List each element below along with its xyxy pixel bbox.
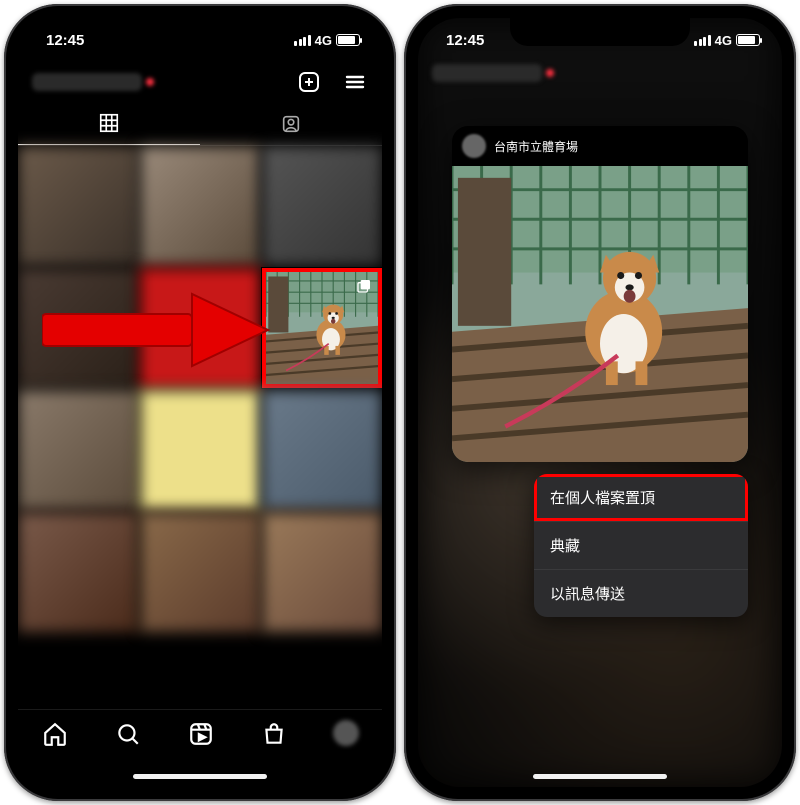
context-menu: 在個人檔案置頂 典藏 以訊息傳送 bbox=[534, 474, 748, 617]
grid-cell[interactable] bbox=[262, 390, 382, 510]
profile-tab-avatar[interactable] bbox=[333, 720, 359, 746]
search-icon[interactable] bbox=[114, 720, 142, 748]
grid-cell[interactable] bbox=[262, 146, 382, 266]
grid-cell[interactable] bbox=[140, 512, 260, 632]
status-right: 4G bbox=[294, 33, 360, 48]
hamburger-icon[interactable] bbox=[342, 69, 368, 95]
signal-icon bbox=[694, 35, 711, 46]
menu-item-archive[interactable]: 典藏 bbox=[534, 522, 748, 570]
menu-item-pin-to-profile[interactable]: 在個人檔案置頂 bbox=[534, 474, 748, 522]
menu-item-label: 以訊息傳送 bbox=[550, 586, 625, 603]
reels-icon[interactable] bbox=[187, 720, 215, 748]
grid-cell[interactable] bbox=[262, 512, 382, 632]
grid-cell[interactable] bbox=[18, 268, 138, 388]
grid-cell[interactable] bbox=[18, 390, 138, 510]
grid-cell[interactable] bbox=[18, 512, 138, 632]
home-indicator bbox=[133, 774, 267, 779]
preview-location: 台南市立體育場 bbox=[494, 138, 578, 155]
home-icon[interactable] bbox=[41, 720, 69, 748]
status-time: 12:45 bbox=[446, 32, 484, 49]
post-preview[interactable]: 台南市立體育場 bbox=[452, 126, 748, 462]
tab-tagged[interactable] bbox=[200, 102, 382, 145]
grid-cell[interactable] bbox=[140, 146, 260, 266]
context-popup: 台南市立體育場 在個人檔案置頂 典藏 以訊息傳送 bbox=[452, 126, 748, 617]
username-blurred[interactable] bbox=[32, 73, 142, 91]
battery-icon bbox=[736, 34, 760, 46]
username-blurred bbox=[432, 64, 542, 82]
multi-photo-icon bbox=[356, 278, 372, 294]
posts-grid bbox=[18, 146, 382, 632]
screen-left: 12:45 4G bbox=[18, 18, 382, 787]
battery-icon bbox=[336, 34, 360, 46]
home-indicator bbox=[533, 774, 667, 779]
grid-cell[interactable] bbox=[140, 268, 260, 388]
grid-cell[interactable] bbox=[140, 390, 260, 510]
screen-right: 12:45 4G 台南市立體育場 在個人檔案置頂 bbox=[418, 18, 782, 787]
network-label: 4G bbox=[715, 33, 732, 48]
grid-cell-highlighted[interactable] bbox=[262, 268, 382, 388]
profile-header bbox=[18, 62, 382, 102]
shop-icon[interactable] bbox=[260, 720, 288, 748]
menu-item-send-message[interactable]: 以訊息傳送 bbox=[534, 570, 748, 617]
menu-item-label: 典藏 bbox=[550, 538, 580, 555]
phone-right: 12:45 4G 台南市立體育場 在個人檔案置頂 bbox=[404, 4, 796, 801]
notch bbox=[110, 18, 290, 46]
notch bbox=[510, 18, 690, 46]
menu-item-label: 在個人檔案置頂 bbox=[550, 490, 655, 507]
signal-icon bbox=[294, 35, 311, 46]
status-time: 12:45 bbox=[46, 32, 84, 49]
new-post-icon[interactable] bbox=[296, 69, 322, 95]
tab-grid[interactable] bbox=[18, 102, 200, 145]
profile-tabs bbox=[18, 102, 382, 146]
network-label: 4G bbox=[315, 33, 332, 48]
preview-image-dog bbox=[452, 166, 748, 462]
phone-left: 12:45 4G bbox=[4, 4, 396, 801]
preview-header: 台南市立體育場 bbox=[452, 126, 748, 166]
grid-cell[interactable] bbox=[18, 146, 138, 266]
preview-avatar bbox=[462, 134, 486, 158]
status-right: 4G bbox=[694, 33, 760, 48]
